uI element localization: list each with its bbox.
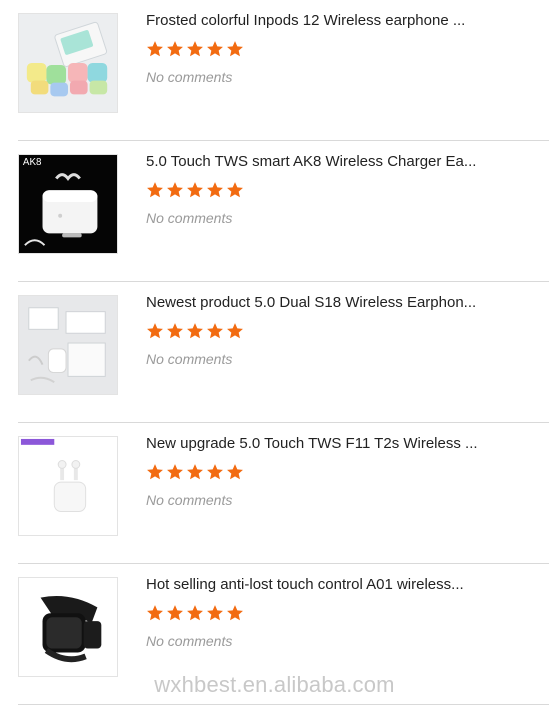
image-label: AK8 [23,157,42,168]
star-icon [167,182,183,198]
list-item[interactable]: AK8 5.0 Touch TWS smart AK8 Wireless Cha… [18,141,549,282]
product-image[interactable] [18,13,118,113]
product-image[interactable]: AK8 [18,154,118,254]
product-list: Frosted colorful Inpods 12 Wireless earp… [18,0,549,705]
star-icon [207,323,223,339]
charging-case-image: AK8 [19,155,117,253]
rating-stars [146,40,244,62]
rating-stars [146,322,244,344]
star-icon [167,464,183,480]
star-icon [227,182,243,198]
list-item[interactable]: New upgrade 5.0 Touch TWS F11 T2s Wirele… [18,423,549,564]
product-title[interactable]: Hot selling anti-lost touch control A01 … [146,576,486,594]
colorful-earbuds-image [19,14,117,112]
star-icon [227,323,243,339]
comments-count[interactable]: No comments [146,633,232,649]
list-item[interactable]: Frosted colorful Inpods 12 Wireless earp… [18,0,549,141]
star-icon [207,464,223,480]
white-earpods-case-image [19,437,117,535]
star-icon [207,41,223,57]
product-title[interactable]: Frosted colorful Inpods 12 Wireless earp… [146,12,486,30]
smart-band-image [19,578,117,676]
product-image[interactable] [18,577,118,677]
watermark: wxhbest.en.alibaba.com [154,672,395,697]
star-icon [207,182,223,198]
star-icon [167,41,183,57]
star-icon [187,323,203,339]
star-icon [227,41,243,57]
product-title[interactable]: 5.0 Touch TWS smart AK8 Wireless Charger… [146,153,486,171]
comments-count[interactable]: No comments [146,351,232,367]
earphone-box-set-image [19,296,117,394]
star-icon [147,323,163,339]
product-title[interactable]: New upgrade 5.0 Touch TWS F11 T2s Wirele… [146,435,486,453]
star-icon [187,605,203,621]
product-image[interactable] [18,295,118,395]
rating-stars [146,463,244,485]
list-item[interactable]: Newest product 5.0 Dual S18 Wireless Ear… [18,282,549,423]
star-icon [207,605,223,621]
star-icon [147,464,163,480]
product-title[interactable]: Newest product 5.0 Dual S18 Wireless Ear… [146,294,486,312]
star-icon [147,605,163,621]
rating-stars [146,604,244,626]
rating-stars [146,181,244,203]
star-icon [167,605,183,621]
star-icon [227,605,243,621]
comments-count[interactable]: No comments [146,492,232,508]
star-icon [147,41,163,57]
star-icon [187,182,203,198]
star-icon [227,464,243,480]
star-icon [187,464,203,480]
star-icon [167,323,183,339]
star-icon [187,41,203,57]
product-image[interactable] [18,436,118,536]
comments-count[interactable]: No comments [146,210,232,226]
comments-count[interactable]: No comments [146,69,232,85]
star-icon [147,182,163,198]
